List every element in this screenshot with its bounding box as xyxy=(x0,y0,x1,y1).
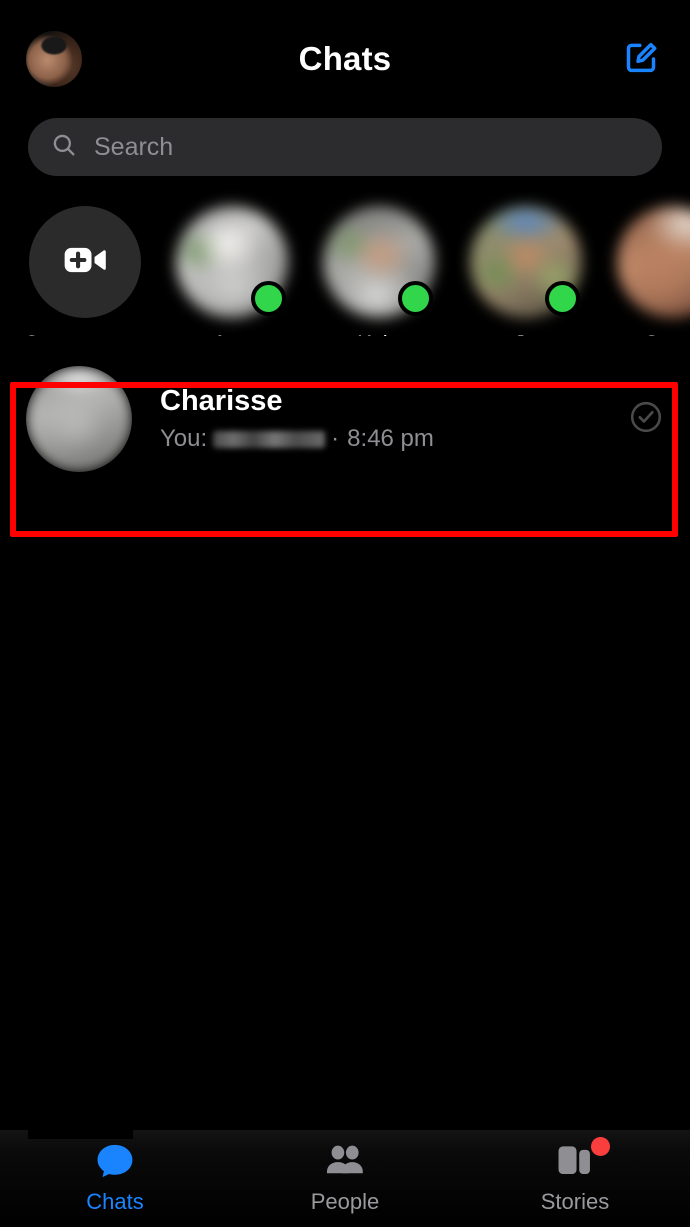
nav-tab-label: Chats xyxy=(86,1189,144,1214)
online-status-dot xyxy=(544,281,580,316)
chat-status-badge xyxy=(628,399,664,440)
active-now-label: Ace xyxy=(213,331,251,336)
stories-cards-icon xyxy=(552,1137,610,1182)
create-room-cell[interactable]: Create room xyxy=(11,206,158,336)
check-circle-icon xyxy=(628,399,664,440)
chat-item-text: Charisse You: · 8:46 pm xyxy=(160,385,614,453)
profile-avatar-photo xyxy=(26,31,82,87)
chat-preview-line: You: · 8:46 pm xyxy=(160,425,614,453)
chat-list-item[interactable]: Charisse You: · 8:46 pm xyxy=(0,344,690,494)
avatar[interactable] xyxy=(322,206,435,318)
active-now-cell-ace[interactable]: Ace xyxy=(158,206,305,336)
page-title: Chats xyxy=(298,40,392,77)
nav-tab-label: People xyxy=(310,1189,380,1214)
chat-bubble-icon xyxy=(92,1140,138,1182)
chat-avatar-photo xyxy=(26,366,132,472)
compose-pencil-square-icon xyxy=(621,37,661,82)
active-now-label: Create room xyxy=(23,331,145,336)
chat-preview-message-redacted xyxy=(213,430,326,448)
chat-list: Charisse You: · 8:46 pm xyxy=(0,336,690,494)
compose-button[interactable] xyxy=(618,36,664,82)
search-icon xyxy=(50,131,78,164)
avatar[interactable] xyxy=(175,206,288,318)
contact-avatar-photo xyxy=(616,206,690,318)
search-placeholder: Search xyxy=(94,132,174,161)
bottom-navigation-bar[interactable]: Chats People Stories xyxy=(0,1130,690,1227)
active-now-label: Kyle xyxy=(357,331,400,336)
nav-tab-people[interactable]: People xyxy=(230,1140,460,1215)
avatar[interactable] xyxy=(616,206,690,318)
active-now-cell-jo[interactable]: Jo xyxy=(452,206,599,336)
online-status-dot xyxy=(250,281,286,316)
nav-tab-chats[interactable]: Chats xyxy=(0,1140,230,1215)
active-now-label: Jo xyxy=(514,331,537,336)
avatar[interactable] xyxy=(26,366,132,472)
active-now-cell-kyle[interactable]: Kyle xyxy=(305,206,452,336)
active-now-label: Grayc xyxy=(643,331,690,336)
chat-preview-prefix: You: xyxy=(160,425,208,453)
stories-notification-badge xyxy=(591,1137,610,1156)
people-icon xyxy=(322,1140,368,1182)
video-camera-plus-icon xyxy=(59,234,111,291)
active-now-row[interactable]: Create room Ace Kyle Jo Grayc xyxy=(0,176,690,336)
chat-preview-separator: · xyxy=(331,425,340,453)
chat-timestamp: 8:46 pm xyxy=(347,425,434,453)
active-now-cell-grayc[interactable]: Grayc xyxy=(599,206,690,336)
search-input[interactable]: Search xyxy=(28,118,662,176)
profile-avatar-button[interactable] xyxy=(26,31,82,87)
nav-tab-label: Stories xyxy=(540,1189,610,1214)
create-room-button[interactable] xyxy=(28,206,141,318)
search-section: Search xyxy=(0,118,690,176)
online-status-dot xyxy=(397,281,433,316)
nav-tab-stories[interactable]: Stories xyxy=(460,1137,690,1215)
chat-contact-name: Charisse xyxy=(160,384,283,417)
avatar[interactable] xyxy=(469,206,582,318)
app-header: Chats xyxy=(0,0,690,118)
